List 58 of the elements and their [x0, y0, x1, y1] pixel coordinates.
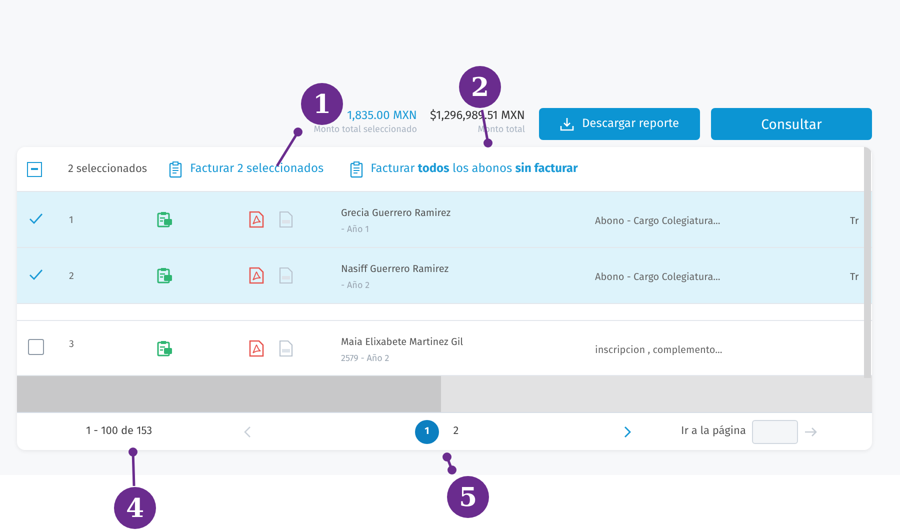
vertical-scrollbar[interactable]: [864, 147, 871, 378]
clipboard-icon[interactable]: [157, 211, 173, 228]
go-to-page-label: Ir a la página: [681, 423, 746, 440]
row-number: 3: [69, 337, 74, 352]
page-number-field[interactable]: [752, 420, 798, 444]
check-icon[interactable]: [29, 213, 43, 225]
invoice-selected-link[interactable]: Facturar 2 seleccionados: [169, 160, 324, 178]
chevron-right-icon: [623, 426, 631, 438]
leader-line: [442, 452, 456, 474]
horizontal-scrollbar[interactable]: [17, 376, 872, 412]
concept-text: Abono - Cargo Colegiatura...: [595, 214, 720, 229]
page-button[interactable]: 1: [415, 420, 439, 444]
chevron-left-icon: [244, 426, 252, 438]
clipboard-icon[interactable]: [157, 267, 173, 284]
table-cell: Tr: [850, 214, 859, 229]
page-range: 1 - 100 de 153: [86, 423, 154, 440]
go-arrow-icon[interactable]: [804, 426, 818, 438]
row-checkbox[interactable]: [28, 339, 44, 355]
download-report-button[interactable]: Descargar reporte: [539, 108, 700, 140]
table-row[interactable]: 1 Grecia Guerrero Ramirez - Año 1 Abono - Cargo Colegiatura... Tr: [17, 192, 872, 248]
download-icon: [560, 117, 574, 131]
table-row[interactable]: 2 Nasiff Guerrero Ramirez - Año 2 Abono - Cargo Colegiatura... Tr: [17, 248, 872, 304]
xml-file-icon[interactable]: [279, 267, 293, 284]
select-all-checkbox[interactable]: [27, 162, 42, 176]
pdf-file-icon[interactable]: [249, 340, 264, 357]
student-detail: - Año 1: [341, 224, 369, 237]
consult-button[interactable]: Consultar: [711, 108, 872, 140]
student-name: Grecia Guerrero Ramirez: [341, 206, 451, 221]
concept-text: Abono - Cargo Colegiatura...: [595, 270, 720, 285]
xml-file-icon[interactable]: [279, 340, 293, 357]
scrollbar-thumb[interactable]: [17, 376, 441, 412]
student-detail: - Año 2: [341, 280, 370, 293]
table-row[interactable]: 3 Maia Elixabete Martinez Gil 2579 - Año 2 inscripcion , complemento...: [17, 320, 872, 376]
student-name: Nasiff Guerrero Ramirez: [341, 262, 449, 277]
clipboard-icon[interactable]: [157, 340, 173, 357]
invoice-icon: [169, 160, 182, 178]
check-icon[interactable]: [29, 269, 43, 281]
invoice-all-link[interactable]: Facturar todos los abonos sin facturar: [370, 160, 578, 178]
selected-amount-label: Monto total seleccionado: [314, 124, 417, 136]
xml-file-icon[interactable]: [279, 211, 293, 228]
selected-count: 2 seleccionados: [68, 160, 148, 177]
leader-line: [128, 448, 138, 486]
callout-marker: 1: [301, 83, 343, 125]
student-name: Maia Elixabete Martinez Gil: [341, 335, 464, 350]
callout-marker: 4: [114, 487, 156, 529]
concept-text: inscripcion , complemento...: [595, 343, 722, 358]
selected-amount: 1,835.00 MXN: [346, 108, 417, 124]
next-page-button[interactable]: [623, 426, 631, 438]
row-number: 1: [69, 213, 74, 228]
callout-marker: 5: [447, 476, 489, 518]
table-cell: Tr: [850, 270, 859, 285]
student-detail: 2579 - Año 2: [341, 353, 390, 366]
invoice-icon: [350, 160, 363, 178]
row-number: 2: [69, 269, 74, 284]
callout-marker: 2: [459, 66, 501, 108]
pdf-file-icon[interactable]: [249, 267, 264, 284]
page-button[interactable]: 2: [449, 420, 463, 444]
pdf-file-icon[interactable]: [249, 211, 264, 228]
